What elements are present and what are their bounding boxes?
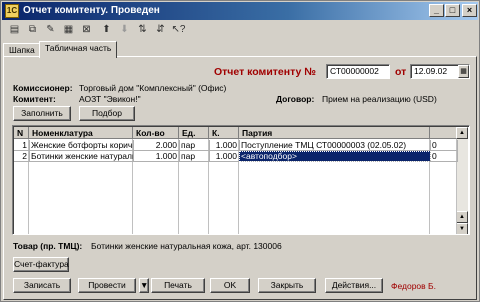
table-cell[interactable]: 0: [430, 151, 458, 162]
title-bar[interactable]: 1С Отчет комитенту. Проведен _ □ ×: [2, 2, 478, 20]
items-table[interactable]: N Номенклатура Кол-во Ед. К. Партия ▲ ▲ ▼ 1 Же…: [12, 125, 470, 235]
help-cursor-icon[interactable]: ↖?: [171, 22, 186, 37]
sort-desc-icon[interactable]: ⇵: [153, 22, 168, 37]
table-cell[interactable]: пар: [179, 151, 210, 162]
doc-date-value: 12.09.02: [414, 66, 448, 76]
print-button[interactable]: Печать: [151, 278, 205, 293]
write-button[interactable]: Записать: [13, 278, 71, 293]
post-button[interactable]: Провести: [78, 278, 136, 293]
post-dropdown-icon[interactable]: ▼: [139, 278, 149, 293]
table-cell[interactable]: 1.000: [209, 151, 240, 162]
actions-button[interactable]: Действия...: [325, 278, 383, 293]
author-name: Федоров Б.: [391, 281, 436, 291]
column-header[interactable]: Ед.: [179, 127, 209, 139]
close-window-button[interactable]: Закрыть: [258, 278, 316, 293]
calendar-icon[interactable]: ▦: [458, 65, 469, 78]
document-window: 1С Отчет комитенту. Проведен _ □ × ▤ ⧉ ✎ ▦ ⊠…: [0, 0, 480, 302]
column-header[interactable]: Кол-во: [133, 127, 179, 139]
table-cell[interactable]: 2.000: [133, 140, 180, 151]
minimize-button[interactable]: _: [429, 4, 444, 17]
copy-icon[interactable]: ⧉: [25, 22, 40, 37]
maximize-button[interactable]: □: [445, 4, 460, 17]
table-cell[interactable]: Поступление ТМЦ СТ00000003 (02.05.02): [239, 140, 431, 151]
edit-icon[interactable]: ✎: [43, 22, 58, 37]
table-cell[interactable]: 1.000: [209, 140, 240, 151]
contract-label: Договор:: [276, 94, 315, 104]
column-header[interactable]: Номенклатура: [29, 127, 133, 139]
doc-date-field[interactable]: 12.09.02 ▦: [410, 64, 470, 79]
table-cell[interactable]: 2: [14, 151, 30, 162]
table-cell[interactable]: Женские ботфорты коричнев: [29, 140, 134, 151]
column-header[interactable]: К.: [209, 127, 239, 139]
invoice-button[interactable]: Счет-фактура: [13, 257, 69, 272]
doc-number-field[interactable]: СТ00000002: [326, 64, 390, 79]
doc-title: Отчет комитенту №: [214, 66, 316, 78]
table-cell[interactable]: 0: [430, 140, 458, 151]
arrow-down-icon[interactable]: ⬇: [117, 22, 132, 37]
table-cell[interactable]: пар: [179, 140, 210, 151]
table-cell[interactable]: <автоподбор>: [239, 151, 431, 162]
committent-value: АОЗТ "Эвикон!": [79, 94, 141, 104]
select-button[interactable]: Подбор: [79, 106, 135, 121]
table-icon[interactable]: ▦: [61, 22, 76, 37]
scroll-down-icon[interactable]: ▼: [456, 223, 468, 234]
app-icon: 1С: [5, 4, 19, 18]
scroll-up-icon[interactable]: ▲: [456, 127, 468, 139]
tab-table-part[interactable]: Табличная часть: [39, 41, 118, 58]
column-header[interactable]: Партия: [239, 127, 430, 139]
goods-value: Ботинки женские натуральная кожа, арт. 1…: [91, 241, 282, 251]
fill-button[interactable]: Заполнить: [13, 106, 71, 121]
column-header[interactable]: N: [14, 127, 29, 139]
table-cell[interactable]: 1.000: [133, 151, 180, 162]
window-title: Отчет комитенту. Проведен: [23, 5, 160, 16]
table-cell[interactable]: 1: [14, 140, 30, 151]
goods-label: Товар (пр. ТМЦ):: [13, 241, 83, 251]
table-header: N Номенклатура Кол-во Ед. К. Партия: [14, 127, 457, 139]
ok-button[interactable]: OK: [210, 278, 250, 293]
toolbar: ▤ ⧉ ✎ ▦ ⊠ ⬆ ⬇ ⇅ ⇵ ↖?: [3, 21, 477, 39]
committent-label: Комитент:: [13, 94, 56, 104]
document-icon[interactable]: ▤: [7, 22, 22, 37]
scroll-thumb-icon[interactable]: ▲: [456, 211, 468, 223]
close-button[interactable]: ×: [462, 4, 477, 17]
delete-icon[interactable]: ⊠: [79, 22, 94, 37]
table-cell[interactable]: Ботинки женские натуральна: [29, 151, 134, 162]
tab-header[interactable]: Шапка: [3, 43, 41, 57]
column-header[interactable]: [430, 127, 457, 139]
commissioner-label: Комиссионер:: [13, 83, 73, 93]
table-row[interactable]: 1Женские ботфорты коричнев2.000пар1.000П…: [14, 140, 458, 151]
sort-asc-icon[interactable]: ⇅: [135, 22, 150, 37]
table-row[interactable]: 2Ботинки женские натуральна1.000пар1.000…: [14, 151, 458, 162]
commissioner-value: Торговый дом "Комплексный" (Офис): [79, 83, 227, 93]
contract-value: Прием на реализацию (USD): [322, 94, 437, 104]
from-label: от: [395, 66, 407, 78]
arrow-up-icon[interactable]: ⬆: [99, 22, 114, 37]
